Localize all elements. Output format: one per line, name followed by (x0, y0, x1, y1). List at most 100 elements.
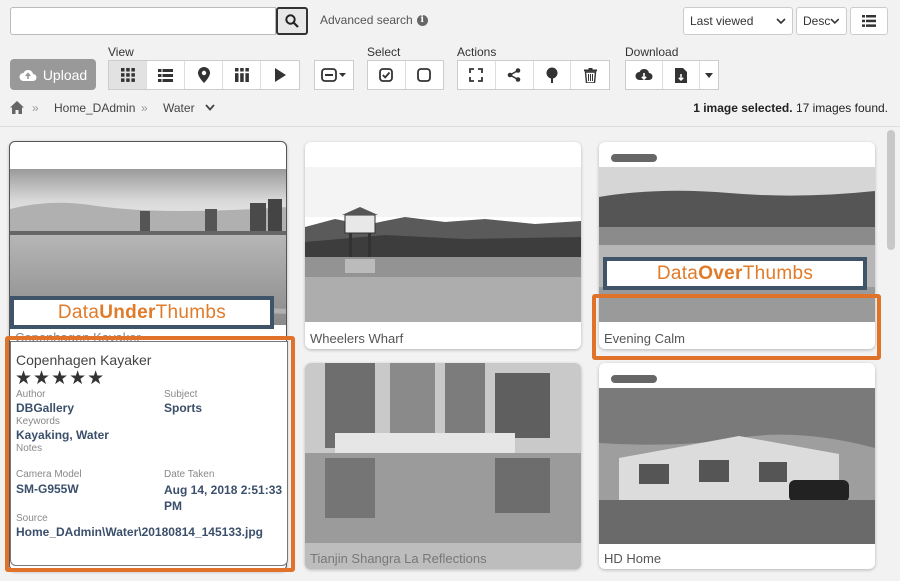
trash-icon (583, 67, 597, 83)
select-toolbar (367, 60, 444, 90)
card-options-button[interactable] (315, 61, 353, 89)
found-count: 17 images found. (795, 101, 888, 115)
card-badge (611, 154, 657, 162)
advanced-search-label: Advanced search (320, 13, 413, 27)
breadcrumb-item-home[interactable]: Home_DAdmin (54, 101, 135, 115)
order-select-value: Desc (803, 14, 831, 28)
sort-select[interactable]: Last viewed (683, 7, 793, 35)
list-menu-button[interactable] (850, 7, 888, 35)
download-dropdown-button[interactable] (700, 61, 718, 89)
share-button[interactable] (496, 61, 534, 89)
view-toolbar (108, 60, 300, 90)
select-none-button[interactable] (406, 61, 444, 89)
advanced-search-link[interactable]: Advanced search i (320, 13, 428, 27)
photo-thumbnail (599, 388, 875, 544)
title-highlight-frame (592, 294, 881, 360)
chevron-down-icon (776, 18, 786, 24)
list-view-button[interactable] (147, 61, 185, 89)
chevron-down-icon[interactable] (205, 104, 215, 111)
play-icon (275, 68, 286, 82)
upload-button[interactable]: Upload (10, 59, 96, 90)
map-view-button[interactable] (185, 61, 223, 89)
callout-over-pre: Data (656, 262, 699, 284)
info-icon: i (416, 14, 428, 26)
image-card-tianjin[interactable]: Tianjin Shangra La Reflections (305, 363, 581, 569)
checkbox-checked-icon (379, 68, 394, 82)
slideshow-button[interactable] (261, 61, 299, 89)
view-group-label: View (108, 45, 134, 59)
tree-button[interactable] (534, 61, 572, 89)
callout-under-pre: Data (57, 301, 100, 323)
list-icon (158, 68, 173, 82)
download-group-label: Download (625, 45, 679, 59)
divider (0, 126, 900, 127)
scrollbar[interactable] (887, 130, 895, 250)
camera-value: SM-G955W (16, 482, 79, 496)
breadcrumb-item-water[interactable]: Water (163, 101, 195, 115)
delete-button[interactable] (571, 61, 609, 89)
card-options-dropdown[interactable] (314, 60, 354, 90)
callout-under-post: Thumbs (155, 301, 227, 323)
sort-select-value: Last viewed (690, 14, 754, 28)
search-input[interactable] (10, 7, 276, 35)
callout-data-over-thumbs: Data Over Thumbs (603, 257, 867, 290)
select-all-button[interactable] (368, 61, 406, 89)
fullscreen-button[interactable] (458, 61, 496, 89)
star-rating[interactable]: ★★★★★ (15, 367, 105, 390)
photo-thumbnail (305, 363, 581, 569)
callout-under-bold: Under (99, 301, 156, 323)
photo-thumbnail (305, 167, 581, 322)
column-view-button[interactable] (223, 61, 261, 89)
date-value: Aug 14, 2018 2:51:33 PM (164, 483, 283, 513)
actions-toolbar (457, 60, 610, 90)
home-icon[interactable] (10, 101, 24, 114)
subject-label: Subject (164, 389, 198, 400)
card-badge (611, 375, 657, 383)
cloud-upload-icon (19, 69, 37, 81)
card-title: HD Home (604, 551, 662, 566)
select-group-label: Select (367, 45, 401, 59)
actions-group-label: Actions (457, 45, 497, 59)
callout-over-post: Thumbs (742, 262, 814, 284)
order-select[interactable]: Desc (796, 7, 847, 35)
file-download-icon (675, 67, 688, 83)
author-value: DBGallery (16, 401, 75, 415)
image-card-wheelers-wharf[interactable]: Wheelers Wharf (305, 142, 581, 349)
tree-icon (546, 67, 558, 83)
expand-icon (469, 68, 484, 82)
cloud-download-icon (635, 68, 653, 81)
keywords-label: Keywords (16, 416, 60, 427)
share-icon (507, 68, 521, 82)
search-icon (285, 14, 299, 28)
breadcrumb-separator-icon: » (141, 101, 148, 115)
camera-label: Camera Model (16, 469, 82, 480)
source-label: Source (16, 513, 48, 524)
card-title: Wheelers Wharf (310, 331, 404, 346)
chevron-down-icon (830, 18, 840, 24)
download-button[interactable] (626, 61, 664, 89)
map-marker-icon (197, 67, 210, 83)
source-value: Home_DAdmin\Water\20180814_145133.jpg (16, 525, 264, 539)
columns-icon (234, 68, 249, 82)
callout-over-bold: Over (698, 262, 743, 284)
details-title: Copenhagen Kayaker (16, 352, 152, 368)
image-details-panel: Copenhagen Kayaker ★★★★★ Author DBGaller… (10, 341, 288, 566)
search-button[interactable] (276, 7, 308, 35)
keywords-value: Kayaking, Water (16, 428, 109, 442)
image-card-hd-home[interactable]: HD Home (599, 363, 875, 569)
selection-status: 1 image selected. 17 images found. (693, 101, 888, 115)
download-toolbar (625, 60, 719, 90)
checkbox-empty-icon (417, 68, 432, 82)
grid-view-button[interactable] (109, 61, 147, 89)
caret-down-icon (705, 72, 714, 78)
subject-value: Sports (164, 401, 203, 415)
card-title: Tianjin Shangra La Reflections (310, 551, 487, 566)
selected-count: 1 image selected. (693, 101, 793, 115)
upload-label: Upload (42, 66, 88, 83)
breadcrumb-separator-icon: » (32, 101, 39, 115)
card-options-icon (321, 68, 346, 82)
author-label: Author (16, 389, 46, 400)
download-file-button[interactable] (663, 61, 701, 89)
list-menu-icon (862, 15, 876, 27)
callout-data-under-thumbs: Data Under Thumbs (10, 296, 274, 329)
